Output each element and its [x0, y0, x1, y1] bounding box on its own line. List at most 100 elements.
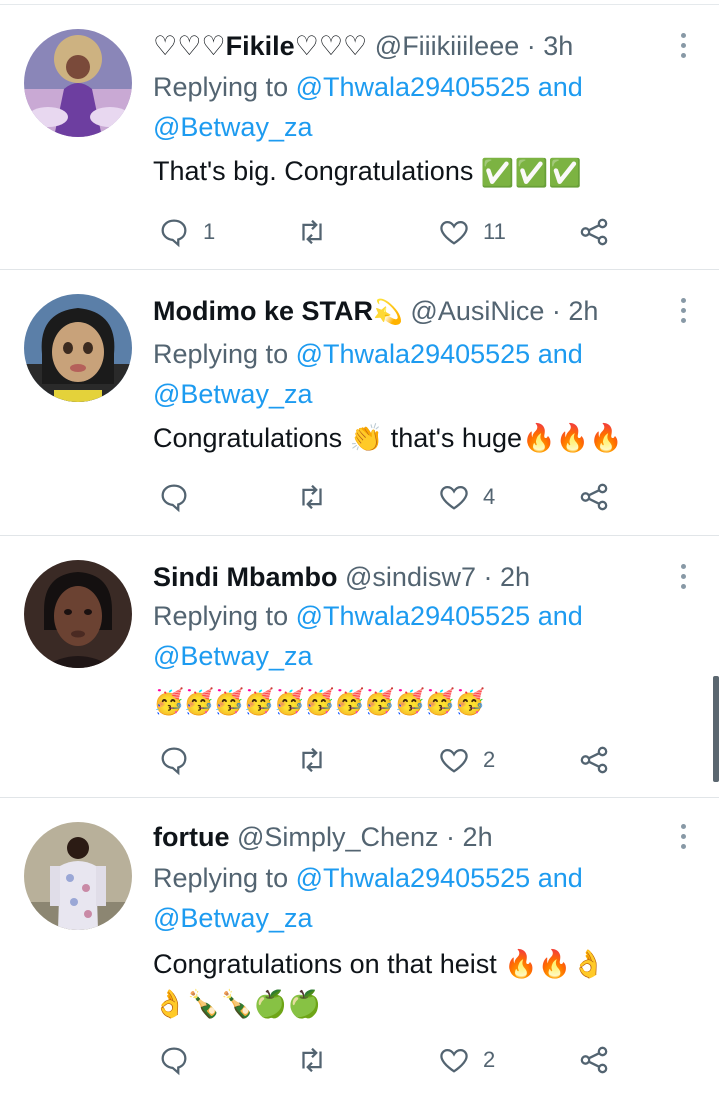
mention-link[interactable]: @Thwala29405525 — [296, 339, 531, 369]
avatar-man-floral-shirt-icon — [24, 822, 132, 930]
separator-dot: · — [446, 822, 456, 852]
retweet-icon — [302, 484, 322, 510]
tweet[interactable]: fortue @Simply_Chenz · 2h Replying to @T… — [0, 798, 719, 1098]
reply-button[interactable] — [157, 740, 203, 780]
like-button[interactable]: 2 — [437, 740, 495, 780]
retweet-icon — [302, 219, 322, 245]
tweet-header: ♡♡♡Fikile♡♡♡ @Fiiikiiileee · 3h — [153, 27, 573, 65]
avatar[interactable] — [24, 294, 132, 402]
like-count: 2 — [483, 747, 496, 772]
mention-link[interactable]: @Betway_za — [153, 112, 312, 142]
avatar-woman-portrait-icon — [24, 560, 132, 668]
more-options-icon[interactable] — [679, 298, 687, 326]
share-button[interactable] — [577, 1040, 611, 1080]
mention-link[interactable]: @Betway_za — [153, 379, 312, 409]
share-button[interactable] — [577, 477, 611, 517]
display-name[interactable]: ♡♡♡Fikile♡♡♡ — [153, 31, 367, 61]
share-button[interactable] — [577, 740, 611, 780]
replying-prefix: Replying to — [153, 339, 289, 369]
heart-icon — [440, 1048, 468, 1073]
retweet-icon — [302, 747, 322, 773]
heart-icon — [440, 748, 468, 773]
tweet[interactable]: ♡♡♡Fikile♡♡♡ @Fiiikiiileee · 3h Replying… — [0, 5, 719, 270]
tweet-header: Modimo ke STAR💫 @AusiNice · 2h — [153, 292, 598, 332]
retweet-button[interactable] — [295, 212, 329, 252]
reply-count: 1 — [203, 219, 216, 244]
tweet-text-content: That's big. Congratulations — [153, 156, 481, 186]
avatar[interactable] — [24, 560, 132, 668]
heart-icon — [440, 220, 468, 245]
like-button[interactable]: 2 — [437, 1040, 495, 1080]
tweet-text: 🥳🥳🥳🥳🥳🥳🥳🥳🥳🥳🥳 — [153, 688, 485, 716]
replying-to: Replying to @Thwala29405525 and @Betway_… — [153, 858, 583, 938]
avatar[interactable] — [24, 822, 132, 930]
tweet-actions: 2 — [153, 740, 633, 780]
retweet-button[interactable] — [295, 740, 329, 780]
reply-button[interactable] — [157, 1040, 203, 1080]
mention-link[interactable]: @Thwala29405525 — [296, 72, 531, 102]
more-options-icon[interactable] — [679, 564, 687, 592]
avatar-woman-purple-art-icon — [24, 29, 132, 137]
and-word: and — [537, 601, 583, 631]
avatar-doll-cartoon-icon — [24, 294, 132, 402]
tweet-header: Sindi Mbambo @sindisw7 · 2h — [153, 558, 530, 596]
replying-prefix: Replying to — [153, 863, 289, 893]
handle[interactable]: @Fiiikiiileee — [375, 31, 519, 61]
reply-button[interactable]: 1 — [157, 212, 215, 252]
tweet-text-line: 👌🍾🍾🍏🍏 — [153, 989, 322, 1019]
avatar[interactable] — [24, 29, 132, 137]
tweet[interactable]: Modimo ke STAR💫 @AusiNice · 2h Replying … — [0, 270, 719, 536]
like-count: 11 — [483, 219, 506, 244]
timestamp[interactable]: 2h — [568, 296, 598, 326]
display-name[interactable]: Modimo ke STAR — [153, 296, 373, 326]
handle[interactable]: @Simply_Chenz — [237, 822, 439, 852]
more-options-icon[interactable] — [679, 824, 687, 852]
tweet-actions: 4 — [153, 477, 633, 517]
tweet-actions: 2 — [153, 1040, 633, 1080]
mention-link[interactable]: @Betway_za — [153, 641, 312, 671]
tweet[interactable]: Sindi Mbambo @sindisw7 · 2h Replying to … — [0, 536, 719, 798]
timestamp[interactable]: 2h — [500, 562, 530, 592]
scrollbar-thumb[interactable] — [713, 676, 719, 782]
replying-prefix: Replying to — [153, 601, 289, 631]
tweet-text: Congratulations on that heist 🔥🔥👌 👌🍾🍾🍏🍏 — [153, 944, 693, 1024]
display-name[interactable]: fortue — [153, 822, 230, 852]
and-word: and — [537, 863, 583, 893]
and-word: and — [537, 339, 583, 369]
replying-to: Replying to @Thwala29405525 and @Betway_… — [153, 596, 583, 676]
share-icon — [580, 218, 608, 246]
reply-button[interactable] — [157, 477, 203, 517]
handle[interactable]: @AusiNice — [410, 296, 544, 326]
share-icon — [580, 1046, 608, 1074]
like-count: 2 — [483, 1047, 496, 1072]
separator-dot: · — [551, 296, 561, 326]
retweet-button[interactable] — [295, 477, 329, 517]
share-icon — [580, 746, 608, 774]
more-options-icon[interactable] — [679, 33, 687, 61]
share-button[interactable] — [577, 212, 611, 252]
like-button[interactable]: 11 — [437, 212, 506, 252]
tweet-text-line: Congratulations on that heist 🔥🔥👌 — [153, 949, 606, 979]
like-count: 4 — [483, 484, 496, 509]
mention-link[interactable]: @Thwala29405525 — [296, 863, 531, 893]
timestamp[interactable]: 3h — [543, 31, 573, 61]
mention-link[interactable]: @Betway_za — [153, 903, 312, 933]
replying-to: Replying to @Thwala29405525 and @Betway_… — [153, 67, 583, 147]
dizzy-emoji: 💫 — [373, 298, 403, 326]
reply-icon — [161, 1047, 187, 1076]
tweet-text: That's big. Congratulations ✅✅✅ — [153, 151, 693, 193]
heart-icon — [440, 485, 468, 510]
retweet-button[interactable] — [295, 1040, 329, 1080]
mention-link[interactable]: @Thwala29405525 — [296, 601, 531, 631]
reply-icon — [161, 747, 187, 776]
reply-icon — [161, 219, 187, 248]
retweet-icon — [302, 1047, 322, 1073]
share-icon — [580, 483, 608, 511]
separator-dot: · — [483, 562, 493, 592]
like-button[interactable]: 4 — [437, 477, 495, 517]
reply-icon — [161, 484, 187, 513]
display-name[interactable]: Sindi Mbambo — [153, 562, 338, 592]
check-emoji: ✅✅✅ — [480, 157, 582, 188]
handle[interactable]: @sindisw7 — [345, 562, 476, 592]
timestamp[interactable]: 2h — [463, 822, 493, 852]
